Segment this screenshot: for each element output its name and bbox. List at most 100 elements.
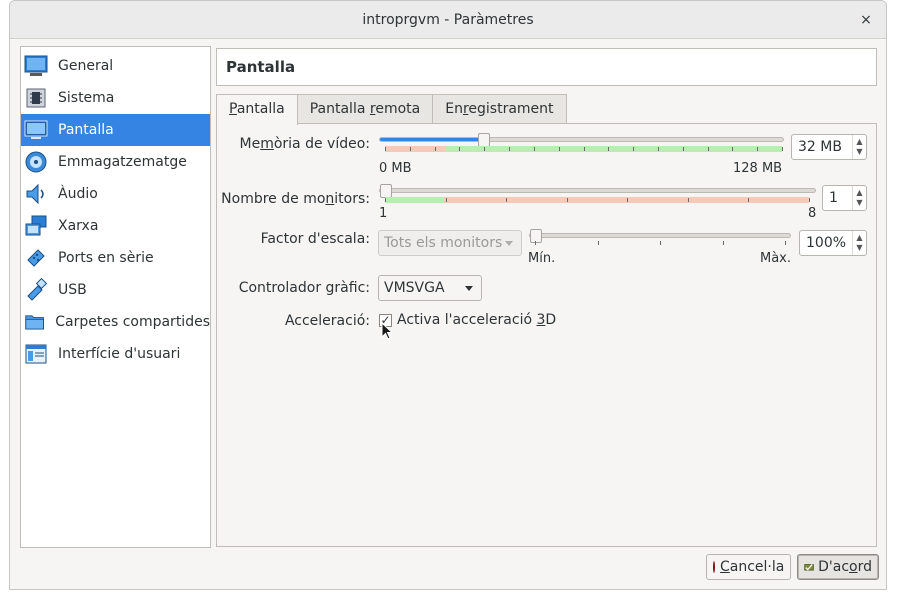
disk-icon [25, 151, 47, 173]
cancel-button[interactable]: Cancel·la [706, 554, 791, 580]
scale-factor-slider[interactable] [529, 229, 791, 243]
slider-tick [688, 198, 689, 202]
spin-arrows-icon[interactable]: ▲ ▼ [852, 135, 866, 159]
scale-monitor-combo[interactable]: Tots els monitors [378, 230, 522, 256]
ok-button[interactable]: D'ac o rd [797, 554, 879, 580]
monitor-count-spinbox[interactable]: 1 ▲ ▼ [822, 185, 867, 211]
folder-icon [25, 315, 44, 330]
sidebar-item-label: Àudio [58, 186, 98, 202]
ok-mnemonic: o [849, 559, 858, 575]
enable-3d-acceleration-label[interactable]: Activa l'acceleració 3D [397, 312, 556, 328]
video-memory-value: 32 MB [798, 139, 842, 155]
slider-tick [484, 147, 485, 151]
display-tab-panel: Memòria de vídeo: 0 MB 128 MB 32 MB ▲ ▼ N… [216, 123, 877, 547]
slider-tick [598, 241, 599, 245]
slider-tick [809, 198, 810, 202]
tab-label: En [445, 101, 463, 117]
safe-zone [385, 197, 445, 203]
slider-tick [782, 147, 783, 151]
tab-label: Pantalla [309, 101, 370, 117]
ok-icon [804, 564, 814, 571]
slider-tick [627, 198, 628, 202]
slider-tick [785, 241, 786, 245]
slider-tick [757, 147, 758, 151]
scale-factor-value: 100% [806, 235, 847, 251]
cancel-icon [713, 561, 715, 573]
sidebar-item-display[interactable]: Pantalla [21, 114, 210, 146]
tab-recording[interactable]: Enregistrament [432, 94, 567, 124]
slider-tick [723, 241, 724, 245]
video-memory-slider[interactable] [379, 133, 784, 147]
spin-arrows-icon[interactable]: ▲ ▼ [852, 231, 866, 255]
slider-tick [534, 147, 535, 151]
graphics-controller-combo[interactable]: VMSVGA [378, 275, 482, 301]
monitor-count-value: 1 [829, 190, 838, 206]
monitor-count-slider-handle[interactable] [380, 184, 392, 198]
slider-tick [584, 147, 585, 151]
monitor-icon [24, 55, 48, 76]
tab-label: egistrament [468, 101, 554, 117]
tab-mnemonic: P [229, 101, 237, 117]
network-icon [25, 215, 47, 236]
usb-icon [27, 278, 48, 301]
slider-tick [633, 147, 634, 151]
sidebar-item-user-interface[interactable]: Interfície d'usuari [21, 338, 210, 370]
sidebar-item-label: Sistema [58, 90, 115, 106]
close-icon[interactable]: × [856, 10, 876, 30]
spin-arrows-icon[interactable]: ▲ ▼ [852, 186, 866, 210]
tab-label: emota [375, 101, 421, 117]
video-memory-max-label: 128 MB [733, 161, 783, 176]
tab-remote-display[interactable]: Pantalla remota [296, 94, 434, 124]
monitor-count-label: Nombre de monitors: [221, 191, 370, 207]
video-memory-spinbox[interactable]: 32 MB ▲ ▼ [791, 134, 867, 160]
sidebar-item-label: Xarxa [58, 218, 99, 234]
tab-display[interactable]: Pantalla [216, 94, 298, 125]
slider-tick [608, 147, 609, 151]
sidebar-item-serial-ports[interactable]: Ports en sèrie [21, 242, 210, 274]
slider-tick [385, 147, 386, 151]
settings-window: introprgvm - Paràmetres × General Sistem… [9, 0, 887, 590]
video-memory-label: Memòria de vídeo: [239, 136, 371, 152]
tab-bar: Pantalla Pantalla remota Enregistrament [216, 94, 567, 125]
sidebar-item-network[interactable]: Xarxa [21, 210, 210, 242]
monitor-count-zone-bar [385, 197, 809, 203]
sidebar-item-storage[interactable]: Emmagatzematge [21, 146, 210, 178]
monitor-count-slider[interactable] [379, 184, 816, 198]
sidebar-item-label: USB [58, 282, 87, 298]
sidebar-item-general[interactable]: General [21, 50, 210, 82]
slider-tick [683, 147, 684, 151]
window-title: introprgvm - Paràmetres [362, 12, 534, 28]
sidebar-item-label: Emmagatzematge [58, 154, 187, 170]
cancel-label: ancel·la [729, 559, 785, 575]
display-icon [24, 120, 48, 139]
video-memory-slider-handle[interactable] [478, 133, 490, 147]
slider-tick [535, 241, 536, 245]
graphics-controller-label: Controlador gràfic: [238, 280, 370, 296]
scale-factor-spinbox[interactable]: 100% ▲ ▼ [799, 230, 867, 256]
scale-factor-label: Factor d'escala: [260, 231, 370, 247]
page-title: Pantalla [216, 48, 877, 86]
video-memory-min-label: 0 MB [379, 161, 412, 176]
slider-tick [385, 198, 386, 202]
chevron-down-icon [465, 286, 473, 291]
slider-tick [506, 198, 507, 202]
window-ui-icon [25, 344, 47, 364]
slider-tick [660, 241, 661, 245]
slider-tick [446, 198, 447, 202]
tab-label: antalla [236, 101, 285, 117]
sidebar-item-label: Pantalla [58, 122, 114, 138]
ok-label: rd [857, 559, 872, 575]
mouse-cursor-icon [381, 322, 393, 340]
ok-label: D'ac [818, 559, 850, 575]
sidebar-item-shared-folders[interactable]: Carpetes compartides [21, 306, 210, 338]
slider-tick [559, 147, 560, 151]
sidebar-item-audio[interactable]: Àudio [21, 178, 210, 210]
slider-tick [459, 147, 460, 151]
slider-tick [708, 147, 709, 151]
serial-port-icon [27, 249, 45, 267]
slider-tick [567, 198, 568, 202]
scale-factor-slider-handle[interactable] [530, 229, 542, 243]
sidebar-item-usb[interactable]: USB [21, 274, 210, 306]
category-sidebar: General Sistema Pantalla Emmagatzematge … [20, 46, 211, 548]
sidebar-item-system[interactable]: Sistema [21, 82, 210, 114]
